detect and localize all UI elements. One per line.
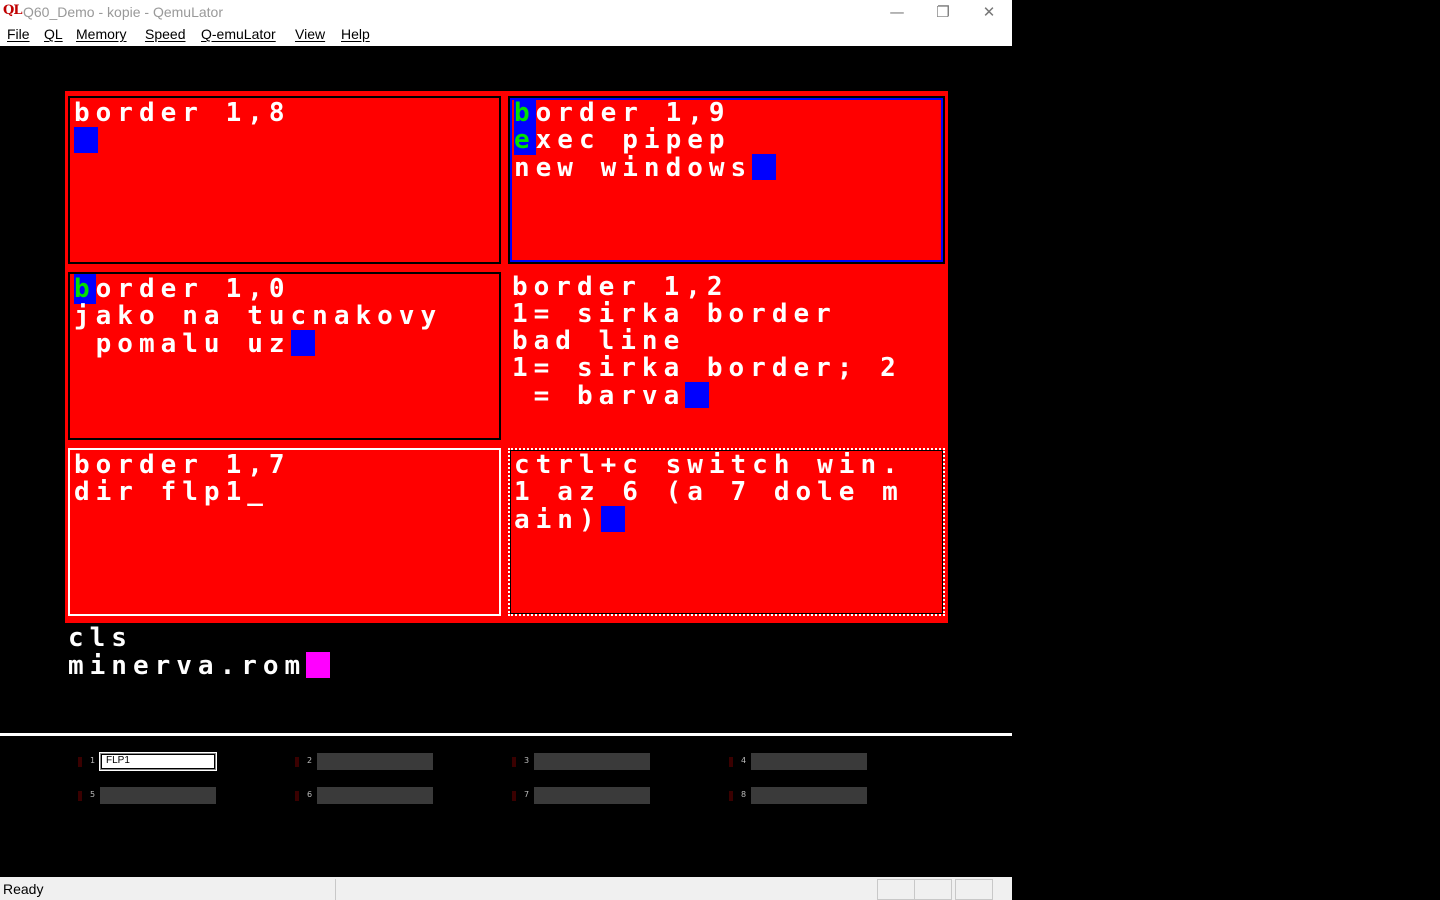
drive-slot[interactable] — [534, 787, 650, 804]
console-line: border 1,7 — [74, 450, 291, 480]
drive-slot[interactable] — [534, 753, 650, 770]
status-divider — [46, 879, 336, 900]
console-window-5[interactable]: border 1,7 dir flp1_ — [68, 448, 501, 616]
ql-app-icon[interactable]: QL — [3, 3, 22, 18]
drive-slot[interactable] — [317, 753, 433, 770]
drive-led-icon — [295, 757, 299, 767]
console-line: jako na tucnakovy — [74, 301, 443, 331]
console-window-3-text: border 1,0 jako na tucnakovy pomalu uz — [74, 274, 443, 359]
console-line: 1= sirka border; 2 — [512, 353, 902, 383]
drive-number: 3 — [524, 756, 530, 765]
main-command-window[interactable]: cls minerva.rom — [65, 625, 948, 715]
menu-view[interactable]: View — [295, 26, 325, 42]
drive-number: 6 — [307, 790, 313, 799]
console-line: ain) — [514, 505, 601, 535]
main-text-cursor — [306, 652, 331, 678]
drive-number: 2 — [307, 756, 313, 765]
drive-number: 5 — [90, 790, 96, 799]
status-bar: Ready — [0, 877, 1012, 900]
console-line: border 1,8 — [74, 98, 291, 128]
text-cursor — [600, 506, 625, 532]
console-line: cls — [68, 623, 133, 653]
console-line: order 1,9 — [535, 98, 731, 128]
console-window-2-text: border 1,9 exec pipep new windows — [514, 98, 777, 183]
status-pane-3 — [955, 879, 993, 900]
console-window-3[interactable]: border 1,0 jako na tucnakovy pomalu uz — [68, 272, 501, 440]
console-window-6-text: ctrl+c switch win. 1 az 6 (a 7 dole m ai… — [514, 452, 904, 534]
drive-number: 8 — [741, 790, 747, 799]
menu-speed[interactable]: Speed — [145, 26, 185, 42]
highlighted-char: b — [74, 274, 96, 304]
drive-slot[interactable] — [317, 787, 433, 804]
drive-panel: 1 FLP1 2 3 4 5 6 7 8 — [0, 733, 1012, 876]
text-cursor — [290, 330, 315, 356]
text-cursor — [685, 382, 710, 408]
window-title: Q60_Demo - kopie - QemuLator — [23, 4, 223, 20]
drive-led-icon — [295, 791, 299, 801]
menu-help[interactable]: Help — [341, 26, 370, 42]
console-line: 1 az 6 (a 7 dole m — [514, 477, 904, 507]
drive-led-icon — [78, 757, 82, 767]
restore-icon: ❐ — [936, 2, 950, 21]
console-window-5-text: border 1,7 dir flp1_ — [74, 452, 291, 506]
console-line: new windows — [514, 153, 753, 183]
status-pane-2 — [914, 879, 952, 900]
console-line: border 1,2 — [512, 272, 729, 302]
drive-slot[interactable] — [751, 753, 867, 770]
minimize-icon: — — [889, 2, 905, 21]
drive-slot[interactable]: FLP1 — [99, 752, 217, 771]
highlighted-char: b — [514, 98, 536, 128]
drive-led-icon — [729, 757, 733, 767]
highlighted-char: e — [514, 125, 536, 155]
console-area: border 1,8 border 1,9 exec pipep new win… — [65, 91, 948, 623]
minimize-button[interactable]: — — [874, 0, 920, 23]
drive-led-icon — [512, 791, 516, 801]
drive-number: 7 — [524, 790, 530, 799]
menu-bar: File QL Memory Speed Q-emuLator View Hel… — [0, 23, 1012, 46]
drive-led-icon — [729, 791, 733, 801]
console-line: = barva — [512, 381, 686, 411]
drive-slot[interactable] — [751, 787, 867, 804]
drive-number: 1 — [90, 756, 96, 765]
console-line: ctrl+c switch win. — [514, 450, 904, 480]
main-command-text: cls minerva.rom — [68, 623, 331, 681]
console-line: minerva.rom — [68, 651, 307, 681]
drive-led-icon — [512, 757, 516, 767]
console-line: bad line — [512, 326, 686, 356]
console-line: 1= sirka border — [512, 299, 837, 329]
status-text: Ready — [3, 881, 44, 897]
menu-q-emulator[interactable]: Q-emuLator — [201, 26, 276, 42]
text-cursor — [752, 154, 777, 180]
text-cursor — [74, 127, 98, 153]
console-window-1[interactable]: border 1,8 — [68, 96, 501, 264]
title-bar: QL Q60_Demo - kopie - QemuLator — ❐ ✕ — [0, 0, 1012, 23]
console-window-6[interactable]: ctrl+c switch win. 1 az 6 (a 7 dole m ai… — [508, 448, 945, 616]
console-window-4[interactable]: border 1,2 1= sirka border bad line 1= s… — [508, 272, 945, 440]
menu-ql[interactable]: QL — [44, 26, 63, 42]
close-icon: ✕ — [982, 2, 996, 21]
restore-button[interactable]: ❐ — [920, 0, 966, 23]
drive-led-icon — [78, 791, 82, 801]
console-line: order 1,0 — [95, 274, 291, 304]
close-button[interactable]: ✕ — [966, 0, 1012, 23]
console-line: xec pipep — [535, 125, 731, 155]
console-line: pomalu uz — [74, 329, 291, 359]
console-window-2[interactable]: border 1,9 exec pipep new windows — [508, 96, 945, 264]
menu-memory[interactable]: Memory — [76, 26, 127, 42]
drive-number: 4 — [741, 756, 747, 765]
app-window: QL Q60_Demo - kopie - QemuLator — ❐ ✕ Fi… — [0, 0, 1012, 900]
status-pane-1 — [877, 879, 915, 900]
drive-slot[interactable] — [100, 787, 216, 804]
console-window-4-text: border 1,2 1= sirka border bad line 1= s… — [512, 274, 902, 410]
menu-file[interactable]: File — [7, 26, 30, 42]
emulator-screen[interactable]: border 1,8 border 1,9 exec pipep new win… — [2, 47, 1010, 731]
console-window-1-text: border 1,8 — [74, 100, 291, 155]
console-line: dir flp1_ — [74, 477, 269, 507]
